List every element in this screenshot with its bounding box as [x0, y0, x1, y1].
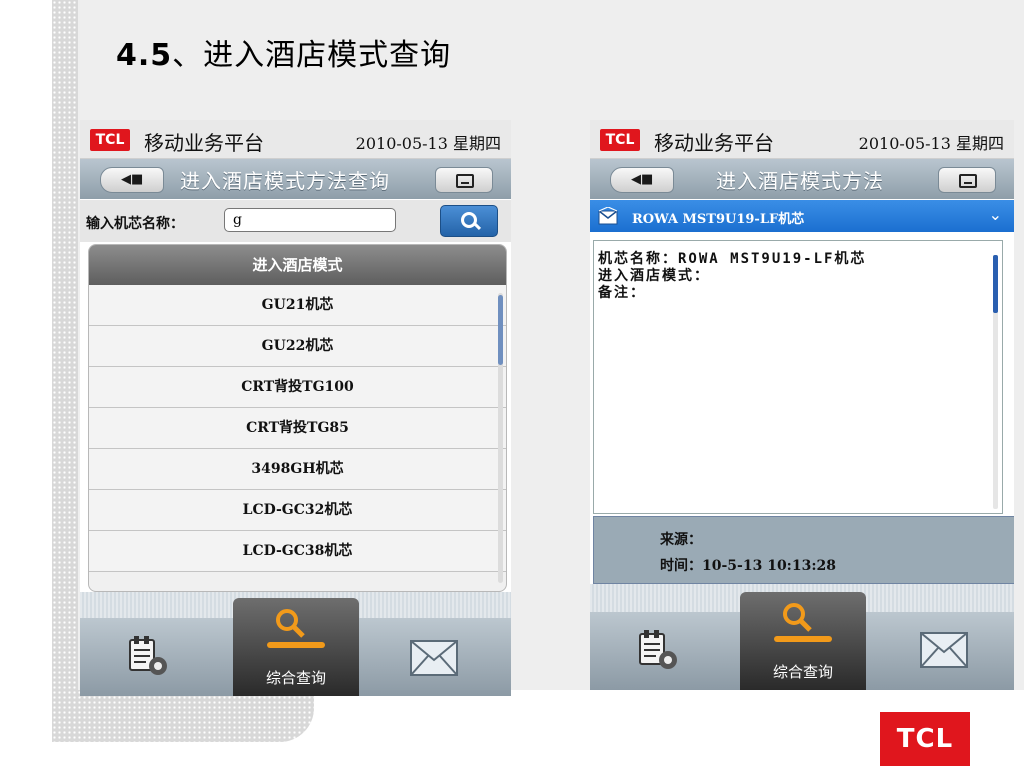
source-label: 来源：	[660, 532, 702, 548]
date-display: 2010-05-13 星期四	[355, 134, 501, 153]
scrollbar-thumb[interactable]	[993, 255, 998, 313]
nav-title: 进入酒店模式方法查询	[180, 169, 390, 193]
status-bar: TCL 移动业务平台 2010-05-13 星期四	[80, 120, 511, 159]
tab-search-active[interactable]: 综合查询	[233, 598, 359, 696]
list-item[interactable]: LCD-GC32机芯	[89, 490, 506, 531]
source-box: 来源： 时间：10-5-13 10:13:28	[593, 516, 1014, 584]
search-input[interactable]	[224, 208, 396, 232]
slide-title: 4.5、进入酒店模式查询	[116, 30, 451, 74]
settings-icon[interactable]	[636, 628, 680, 672]
left-phone-screen: TCL 移动业务平台 2010-05-13 星期四 ◀■ 进入酒店模式方法查询 …	[80, 120, 511, 696]
date-display: 2010-05-13 星期四	[858, 134, 1004, 153]
menu-button[interactable]	[938, 167, 996, 193]
list-header: 进入酒店模式	[89, 245, 506, 285]
list-item[interactable]: GU21机芯	[89, 285, 506, 326]
status-bar: TCL 移动业务平台 2010-05-13 星期四	[590, 120, 1014, 159]
right-phone-screen: TCL 移动业务平台 2010-05-13 星期四 ◀■ 进入酒店模式方法 RO…	[590, 120, 1014, 690]
tab-bar: 综合查询	[590, 592, 1014, 690]
settings-icon[interactable]	[126, 634, 170, 678]
envelope-icon	[598, 207, 618, 225]
tcl-badge: TCL	[90, 129, 130, 151]
list-item[interactable]: 3498GH机芯	[89, 449, 506, 490]
list-item[interactable]: CRT背投TG100	[89, 367, 506, 408]
detail-panel: 机芯名称：ROWA MST9U19-LF机芯 进入酒店模式： 备注：	[593, 240, 1003, 514]
back-arrow-icon: ◀■	[631, 172, 654, 187]
search-icon	[276, 609, 305, 638]
list-item[interactable]: GU22机芯	[89, 326, 506, 367]
slide-number: 4.5	[116, 38, 173, 73]
time-text: 时间：10-5-13 10:13:28	[660, 558, 836, 574]
menu-icon	[456, 174, 474, 188]
back-arrow-icon: ◀■	[121, 172, 144, 187]
menu-icon	[959, 174, 977, 188]
tab-bar: 综合查询	[80, 598, 511, 696]
list-item[interactable]: CRT背投TG85	[89, 408, 506, 449]
hotel-mode-text: 进入酒店模式：	[598, 268, 710, 284]
tcl-badge: TCL	[600, 129, 640, 151]
mail-icon[interactable]	[920, 632, 968, 668]
back-button[interactable]: ◀■	[610, 167, 674, 193]
app-name: 移动业务平台	[144, 131, 264, 155]
nav-title: 进入酒店模式方法	[716, 169, 884, 193]
nav-bar: ◀■ 进入酒店模式方法	[590, 159, 1014, 199]
chip-name-text: 机芯名称：ROWA MST9U19-LF机芯	[598, 251, 867, 267]
slide-title-text: 、进入酒店模式查询	[172, 38, 452, 73]
search-icon	[783, 603, 812, 632]
scrollbar-thumb[interactable]	[498, 295, 503, 365]
chevron-down-icon: ⌄	[988, 205, 1002, 224]
mail-icon[interactable]	[410, 640, 458, 676]
tcl-logo: TCL	[880, 712, 970, 766]
menu-button[interactable]	[435, 167, 493, 193]
back-button[interactable]: ◀■	[100, 167, 164, 193]
remarks-text: 备注：	[598, 285, 646, 301]
search-bar: 输入机芯名称：	[80, 200, 511, 242]
decorative-dot-corner	[52, 690, 314, 742]
nav-bar: ◀■ 进入酒店模式方法查询	[80, 159, 511, 199]
app-name: 移动业务平台	[654, 131, 774, 155]
search-label: 输入机芯名称：	[86, 216, 184, 232]
chip-dropdown[interactable]: ROWA MST9U19-LF机芯 ⌄	[590, 200, 1014, 232]
result-list: 进入酒店模式 GU21机芯 GU22机芯 CRT背投TG100 CRT背投TG8…	[88, 244, 507, 592]
search-button[interactable]	[440, 205, 498, 237]
list-item[interactable]: LCD-GC38机芯	[89, 531, 506, 572]
tab-search-active[interactable]: 综合查询	[740, 592, 866, 690]
tab-label: 综合查询	[265, 669, 326, 687]
dropdown-value: ROWA MST9U19-LF机芯	[632, 212, 805, 227]
tab-label: 综合查询	[772, 663, 833, 681]
decorative-dot-strip	[52, 0, 78, 740]
